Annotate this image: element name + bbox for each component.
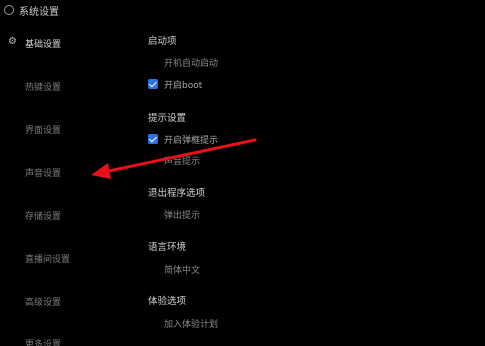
window-title: 系统设置	[19, 7, 59, 18]
section-title-exit: 退出程序选项	[148, 188, 206, 199]
option-label: 加入体验计划	[164, 320, 219, 330]
settings-content: 启动项 开机自动启动 开启boot 提示设置 开启弹框提示 声音提示 退出程序选…	[148, 0, 478, 346]
enable-boot-checkbox[interactable]	[148, 79, 158, 89]
sidebar-item-more[interactable]: 更多设置	[25, 337, 61, 346]
settings-sidebar: ⚙ 基础设置 热键设置 界面设置 声音设置 存储设置 直播间设置 高级设置 更多…	[0, 30, 120, 346]
sidebar-item-hotkeys[interactable]: 热键设置	[25, 80, 61, 93]
sidebar-item-interface[interactable]: 界面设置	[25, 123, 61, 136]
section-title-language: 语言环境	[148, 242, 187, 253]
option-label: 开启弹框提示	[164, 136, 219, 146]
app-logo-icon	[4, 5, 14, 15]
experience-plan-toggle[interactable]	[148, 318, 158, 328]
option-label: 简体中文	[164, 266, 201, 276]
settings-gear-icon: ⚙	[8, 36, 17, 47]
section-title-experience: 体验选项	[148, 296, 187, 307]
popup-notify-checkbox[interactable]	[148, 134, 158, 144]
sidebar-item-sound[interactable]: 声音设置	[25, 166, 61, 179]
option-label: 开机自动启动	[164, 59, 219, 69]
option-label: 开启boot	[164, 81, 203, 91]
settings-window: 系统设置 ⚙ 基础设置 热键设置 界面设置 声音设置 存储设置 直播间设置 高级…	[0, 0, 485, 346]
sound-notify-toggle[interactable]	[148, 155, 158, 165]
option-label: 弹出提示	[164, 211, 201, 221]
option-label: 声音提示	[164, 157, 201, 167]
sidebar-item-live-room[interactable]: 直播间设置	[25, 252, 70, 265]
sidebar-item-storage[interactable]: 存储设置	[25, 209, 61, 222]
auto-start-toggle[interactable]	[148, 57, 158, 67]
section-title-startup: 启动项	[148, 36, 177, 47]
sidebar-item-advanced[interactable]: 高级设置	[25, 295, 61, 308]
section-title-notifications: 提示设置	[148, 113, 187, 124]
exit-prompt-toggle[interactable]	[148, 209, 158, 219]
language-toggle[interactable]	[148, 264, 158, 274]
sidebar-item-basic[interactable]: 基础设置	[25, 37, 61, 50]
